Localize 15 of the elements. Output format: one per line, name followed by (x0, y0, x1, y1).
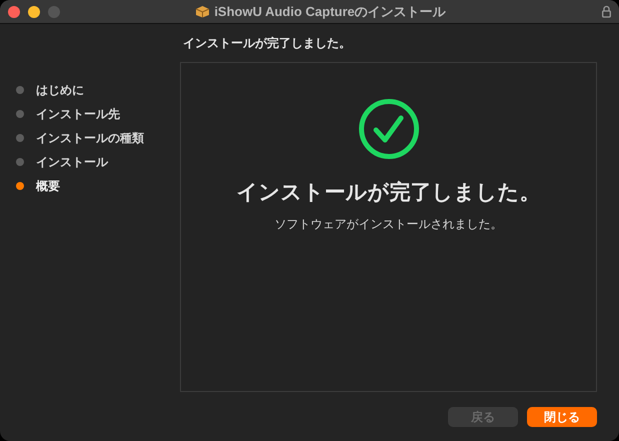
completion-heading: インストールが完了しました。 (236, 180, 540, 206)
step-label: 概要 (36, 178, 60, 195)
package-icon (195, 5, 210, 18)
lock-icon (602, 5, 611, 18)
checkmark-icon (358, 98, 420, 160)
close-installer-button[interactable]: 閉じる (527, 407, 597, 427)
step-label: インストールの種類 (36, 130, 144, 147)
minimize-button[interactable] (28, 6, 40, 18)
window-title: iShowU Audio Captureのインストール (214, 2, 446, 21)
step-label: はじめに (36, 82, 84, 99)
step-label: インストール先 (36, 106, 120, 123)
page-heading: インストールが完了しました。 (183, 35, 351, 52)
completion-message: ソフトウェアがインストールされました。 (274, 216, 502, 232)
step-label: インストール (36, 154, 108, 171)
close-button[interactable] (8, 6, 20, 18)
